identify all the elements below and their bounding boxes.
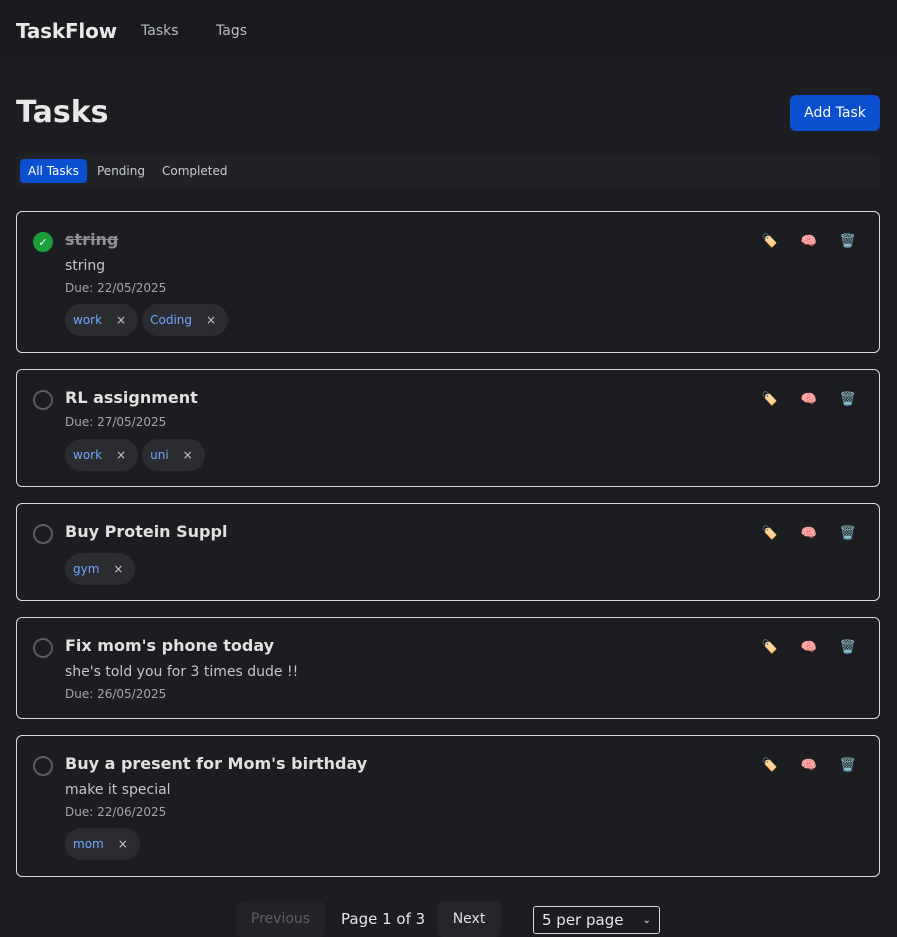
- task-title: RL assignment: [65, 388, 198, 407]
- remove-tag-icon[interactable]: ×: [116, 313, 126, 327]
- task-due-date: Due: 22/06/2025: [65, 805, 167, 819]
- remove-tag-icon[interactable]: ×: [183, 448, 193, 462]
- task-complete-checkbox[interactable]: [33, 638, 53, 658]
- previous-page-button[interactable]: Previous: [236, 901, 325, 937]
- task-tags: work × uni ×: [65, 439, 205, 471]
- task-due-date: Due: 26/05/2025: [65, 687, 167, 701]
- nav-tasks-link[interactable]: Tasks: [141, 23, 179, 39]
- nav-tags-link[interactable]: Tags: [216, 23, 247, 39]
- filter-tabs: All Tasks Pending Completed: [16, 155, 880, 187]
- task-tags: mom ×: [65, 828, 140, 860]
- brain-icon[interactable]: 🧠: [800, 638, 818, 656]
- task-description: string: [65, 258, 106, 274]
- tag-chip: work ×: [65, 304, 139, 336]
- brain-icon[interactable]: 🧠: [800, 232, 818, 250]
- tag-label: uni: [150, 448, 169, 462]
- task-complete-checkbox[interactable]: ✓: [33, 232, 53, 252]
- task-complete-checkbox[interactable]: [33, 390, 53, 410]
- check-icon: ✓: [38, 235, 48, 249]
- task-card: Buy Protein Suppl gym × 🏷️ 🧠 🗑️: [16, 503, 880, 601]
- page-indicator: Page 1 of 3: [341, 910, 426, 928]
- tag-chip: mom ×: [65, 828, 140, 860]
- task-complete-checkbox[interactable]: [33, 756, 53, 776]
- task-title: Fix mom's phone today: [65, 636, 275, 655]
- per-page-value: 5 per page: [542, 911, 624, 929]
- tag-label: mom: [73, 837, 104, 851]
- task-complete-checkbox[interactable]: [33, 524, 53, 544]
- brain-icon[interactable]: 🧠: [800, 756, 818, 774]
- tag-chip: uni ×: [142, 439, 205, 471]
- task-description: she's told you for 3 times dude !!: [65, 664, 299, 680]
- task-card: Buy a present for Mom's birthday make it…: [16, 735, 880, 877]
- task-description: make it special: [65, 782, 171, 798]
- tag-icon[interactable]: 🏷️: [761, 390, 779, 408]
- brain-icon[interactable]: 🧠: [800, 524, 818, 542]
- tag-icon[interactable]: 🏷️: [761, 232, 779, 250]
- tag-label: work: [73, 313, 103, 327]
- remove-tag-icon[interactable]: ×: [113, 562, 123, 576]
- per-page-select[interactable]: 5 per page ⌄: [533, 906, 660, 934]
- tag-icon[interactable]: 🏷️: [761, 638, 779, 656]
- add-task-button[interactable]: Add Task: [790, 95, 880, 131]
- trash-icon[interactable]: 🗑️: [839, 524, 857, 542]
- brain-icon[interactable]: 🧠: [800, 390, 818, 408]
- task-tags: work × Coding ×: [65, 304, 229, 336]
- tag-label: Coding: [150, 313, 193, 327]
- trash-icon[interactable]: 🗑️: [839, 390, 857, 408]
- task-title: Buy a present for Mom's birthday: [65, 754, 368, 773]
- tag-chip: work ×: [65, 439, 139, 471]
- tag-chip: gym ×: [65, 553, 136, 585]
- task-due-date: Due: 27/05/2025: [65, 415, 167, 429]
- tag-icon[interactable]: 🏷️: [761, 524, 779, 542]
- task-title: Buy Protein Suppl: [65, 522, 228, 541]
- trash-icon[interactable]: 🗑️: [839, 638, 857, 656]
- tag-icon[interactable]: 🏷️: [761, 756, 779, 774]
- remove-tag-icon[interactable]: ×: [118, 837, 128, 851]
- trash-icon[interactable]: 🗑️: [839, 232, 857, 250]
- remove-tag-icon[interactable]: ×: [206, 313, 216, 327]
- page-title: Tasks: [16, 95, 109, 130]
- task-title: string: [65, 230, 119, 249]
- remove-tag-icon[interactable]: ×: [116, 448, 126, 462]
- tab-all-tasks[interactable]: All Tasks: [20, 159, 87, 183]
- tag-label: work: [73, 448, 103, 462]
- chevron-down-icon: ⌄: [642, 914, 651, 926]
- trash-icon[interactable]: 🗑️: [839, 756, 857, 774]
- task-card: RL assignment Due: 27/05/2025 work × uni…: [16, 369, 880, 487]
- task-card: ✓ string string Due: 22/05/2025 work × C…: [16, 211, 880, 353]
- tag-label: gym: [73, 562, 100, 576]
- tab-pending[interactable]: Pending: [89, 159, 153, 183]
- app-logo[interactable]: TaskFlow: [16, 19, 117, 43]
- tag-chip: Coding ×: [142, 304, 229, 336]
- task-card: Fix mom's phone today she's told you for…: [16, 617, 880, 719]
- task-tags: gym ×: [65, 553, 136, 585]
- top-navbar: TaskFlow Tasks Tags: [0, 0, 897, 62]
- next-page-button[interactable]: Next: [437, 901, 501, 937]
- tab-completed[interactable]: Completed: [154, 159, 235, 183]
- task-due-date: Due: 22/05/2025: [65, 281, 167, 295]
